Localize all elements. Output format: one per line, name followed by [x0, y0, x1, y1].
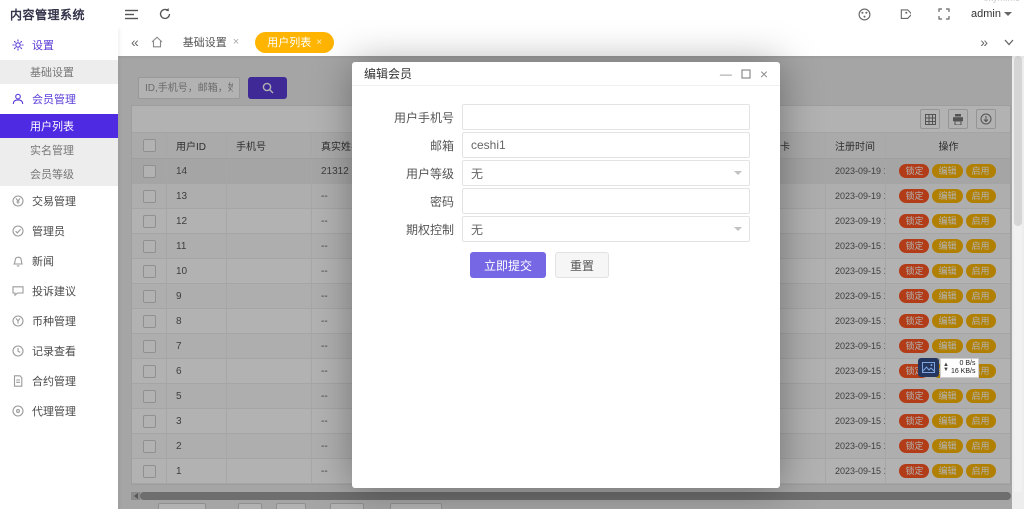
top-bar: 内容管理系统 0kym.me admin: [0, 0, 1024, 28]
sidebar-item-label: 设置: [32, 37, 54, 53]
picture-icon: [918, 358, 939, 377]
sidebar-item-会员管理[interactable]: 会员管理: [0, 84, 118, 114]
sidebar-item-交易管理[interactable]: 交易管理: [0, 186, 118, 216]
tab-label: 基础设置: [183, 34, 227, 50]
tab-label: 用户列表: [267, 34, 311, 50]
sidebar: 设置 基础设置 会员管理 用户列表 实名管理 会员等级 交易管理 管理员 新闻 …: [0, 28, 118, 509]
sidebar-item-label: 币种管理: [32, 313, 76, 329]
用户等级-select[interactable]: 无: [462, 160, 750, 186]
field-label: 用户手机号: [352, 109, 462, 126]
tag-icon[interactable]: [891, 4, 917, 24]
sidebar-item-label: 新闻: [32, 253, 54, 269]
form-field: 密码: [352, 188, 780, 214]
chevron-down-icon: [734, 227, 742, 231]
submit-button[interactable]: 立即提交: [470, 252, 546, 278]
sidebar-item-合约管理[interactable]: 合约管理: [0, 366, 118, 396]
sidebar-item-会员等级[interactable]: 会员等级: [0, 162, 118, 186]
admin-menu[interactable]: admin: [971, 8, 1012, 20]
sidebar-item-记录查看[interactable]: 记录查看: [0, 336, 118, 366]
modal-title-bar[interactable]: 编辑会员 — ×: [352, 62, 780, 86]
refresh-icon[interactable]: [152, 4, 178, 24]
tab-user-list[interactable]: 用户列表 ×: [255, 32, 334, 53]
sidebar-item-实名管理[interactable]: 实名管理: [0, 138, 118, 162]
user-icon: [12, 93, 25, 106]
agency-icon: [12, 405, 25, 418]
sidebar-item-label: 会员等级: [30, 166, 74, 182]
tab-bar: « 基础设置 × 用户列表 × »: [118, 28, 1024, 56]
feedback-icon: [12, 285, 25, 298]
theme-icon[interactable]: [851, 4, 877, 24]
minimize-icon[interactable]: —: [720, 68, 732, 80]
vertical-scrollbar[interactable]: [1014, 56, 1022, 492]
sidebar-item-label: 基础设置: [30, 64, 74, 80]
close-icon[interactable]: ×: [760, 67, 768, 81]
field-label: 密码: [352, 193, 462, 210]
邮箱-input[interactable]: [462, 132, 750, 158]
reset-button[interactable]: 重置: [555, 252, 609, 278]
chevron-down-icon: [1004, 12, 1012, 16]
news-bell-icon: [12, 255, 25, 268]
scrollbar-thumb[interactable]: [1014, 56, 1022, 226]
sidebar-item-label: 代理管理: [32, 403, 76, 419]
sidebar-item-label: 投诉建议: [32, 283, 76, 299]
home-icon[interactable]: [151, 36, 163, 48]
admin-check-icon: [12, 225, 25, 238]
record-clock-icon: [12, 345, 25, 358]
sidebar-item-投诉建议[interactable]: 投诉建议: [0, 276, 118, 306]
期权控制-select[interactable]: 无: [462, 216, 750, 242]
sidebar-item-label: 记录查看: [32, 343, 76, 359]
network-monitor-widget: ▲▼ 0 B/s 16 KB/s: [918, 357, 979, 378]
tabs-scroll-right-icon[interactable]: »: [980, 34, 988, 50]
contract-icon: [12, 375, 25, 388]
field-label: 期权控制: [352, 221, 462, 238]
watermark: 0kym.me: [983, 0, 1020, 3]
sidebar-item-新闻[interactable]: 新闻: [0, 246, 118, 276]
用户手机号-input[interactable]: [462, 104, 750, 130]
app-window: 内容管理系统 0kym.me admin 设置: [0, 0, 1024, 509]
collapse-menu-icon[interactable]: [118, 4, 144, 24]
sidebar-item-币种管理[interactable]: 币种管理: [0, 306, 118, 336]
maximize-icon[interactable]: [741, 69, 751, 79]
download-speed: 16 KB/s: [951, 368, 976, 376]
net-speed-panel: ▲▼ 0 B/s 16 KB/s: [940, 358, 979, 378]
app-title: 内容管理系统: [0, 6, 118, 23]
field-label: 用户等级: [352, 165, 462, 182]
sidebar-item-用户列表[interactable]: 用户列表: [0, 114, 118, 138]
tab-basic-settings[interactable]: 基础设置 ×: [175, 28, 247, 56]
sidebar-item-label: 合约管理: [32, 373, 76, 389]
chevron-down-icon: [734, 171, 742, 175]
close-tab-icon[interactable]: ×: [316, 37, 322, 48]
updown-arrows-icon: ▲▼: [943, 363, 949, 373]
field-label: 邮箱: [352, 137, 462, 154]
form-field: 用户等级 无: [352, 160, 780, 186]
sidebar-item-基础设置[interactable]: 基础设置: [0, 60, 118, 84]
sidebar-item-label: 交易管理: [32, 193, 76, 209]
form-field: 邮箱: [352, 132, 780, 158]
close-tab-icon[interactable]: ×: [233, 36, 239, 48]
admin-name: admin: [971, 8, 1001, 20]
sidebar-item-设置[interactable]: 设置: [0, 30, 118, 60]
sidebar-item-label: 会员管理: [32, 91, 76, 107]
form-field: 期权控制 无: [352, 216, 780, 242]
sidebar-item-管理员[interactable]: 管理员: [0, 216, 118, 246]
sidebar-item-label: 用户列表: [30, 118, 74, 134]
modal-form: 用户手机号 邮箱 用户等级 无 密码 期权控制 无 立即提交 重置: [352, 86, 780, 278]
tabs-menu-icon[interactable]: [1004, 39, 1014, 46]
sidebar-item-label: 管理员: [32, 223, 65, 239]
form-field: 用户手机号: [352, 104, 780, 130]
sidebar-item-label: 实名管理: [30, 142, 74, 158]
upload-speed: 0 B/s: [960, 360, 976, 368]
modal-title: 编辑会员: [364, 65, 412, 82]
coin-icon: [12, 315, 25, 328]
密码-input[interactable]: [462, 188, 750, 214]
trade-icon: [12, 195, 25, 208]
edit-member-modal: 编辑会员 — × 用户手机号 邮箱 用户等级 无 密码 期权控制 无 立即提交 …: [352, 62, 780, 488]
sidebar-item-代理管理[interactable]: 代理管理: [0, 396, 118, 426]
gear-icon: [12, 39, 25, 52]
fullscreen-icon[interactable]: [931, 4, 957, 24]
tabs-scroll-left-icon[interactable]: «: [131, 34, 139, 50]
